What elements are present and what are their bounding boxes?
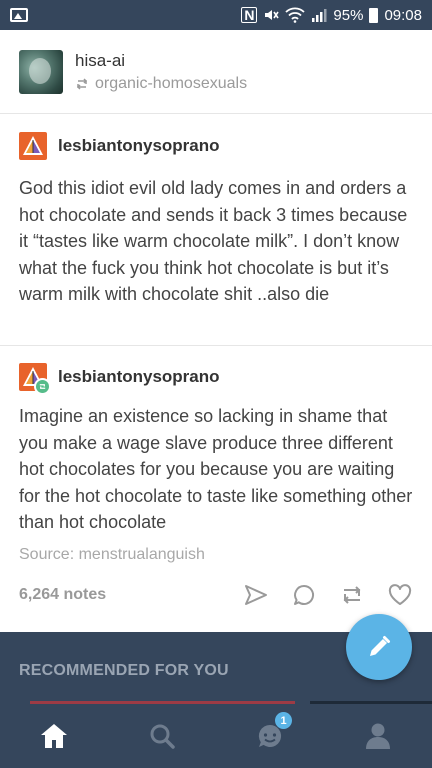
post-body: God this idiot evil old lady comes in an…: [19, 178, 408, 304]
reblog-header: hisa-ai organic-homosexuals: [0, 30, 432, 114]
avatar[interactable]: [19, 49, 63, 94]
reblogger-username[interactable]: hisa-ai: [75, 51, 247, 71]
wifi-icon: [285, 7, 306, 23]
reply-icon[interactable]: [291, 582, 317, 608]
post-author-name[interactable]: lesbiantonysoprano: [58, 136, 220, 156]
reblog-source-name[interactable]: organic-homosexuals: [95, 75, 247, 93]
nav-home[interactable]: [0, 704, 108, 768]
signal-icon: [312, 9, 327, 22]
post-body: Imagine an existence so lacking in shame…: [19, 406, 413, 532]
reblog-icon: [76, 77, 88, 90]
reblog-badge-icon: [34, 378, 51, 395]
reblog-icon[interactable]: [339, 582, 365, 608]
nav-account[interactable]: [324, 704, 432, 768]
post-author-row: lesbiantonysoprano: [0, 131, 432, 161]
post-author-name[interactable]: lesbiantonysoprano: [58, 367, 220, 387]
post-original: lesbiantonysoprano God this idiot evil o…: [0, 115, 432, 346]
nfc-icon: N: [241, 7, 258, 23]
post-source-link[interactable]: Source: menstrualanguish: [0, 546, 432, 564]
home-icon: [41, 724, 67, 748]
post-footer: 6,264 notes: [0, 575, 432, 615]
post-author-row: lesbiantonysoprano: [0, 362, 432, 395]
compose-button[interactable]: [346, 614, 412, 680]
battery-icon: [369, 7, 379, 23]
account-icon: [366, 723, 390, 749]
nav-search[interactable]: [108, 704, 216, 768]
post-reply: lesbiantonysoprano Imagine an existence …: [0, 347, 432, 632]
search-icon: [150, 724, 175, 749]
recommended-label: RECOMMENDED FOR YOU: [19, 662, 229, 679]
reblog-source[interactable]: organic-homosexuals: [75, 75, 247, 93]
clock: 09:08: [384, 6, 422, 24]
gallery-icon: [10, 8, 28, 22]
notes-count[interactable]: 6,264 notes: [19, 586, 106, 604]
mute-icon: [265, 10, 280, 20]
share-icon[interactable]: [243, 582, 269, 608]
pencil-icon: [370, 636, 390, 656]
status-bar: N 95% 09:08: [0, 0, 432, 30]
avatar[interactable]: [19, 132, 47, 160]
like-icon[interactable]: [387, 582, 413, 608]
avatar[interactable]: [19, 363, 51, 395]
bottom-navigation: 1: [0, 704, 432, 768]
avatar-graphic: [23, 136, 43, 155]
post-actions: [243, 582, 432, 608]
notification-badge: 1: [275, 712, 292, 729]
battery-percentage: 95%: [333, 6, 364, 24]
nav-activity[interactable]: 1: [216, 704, 324, 768]
